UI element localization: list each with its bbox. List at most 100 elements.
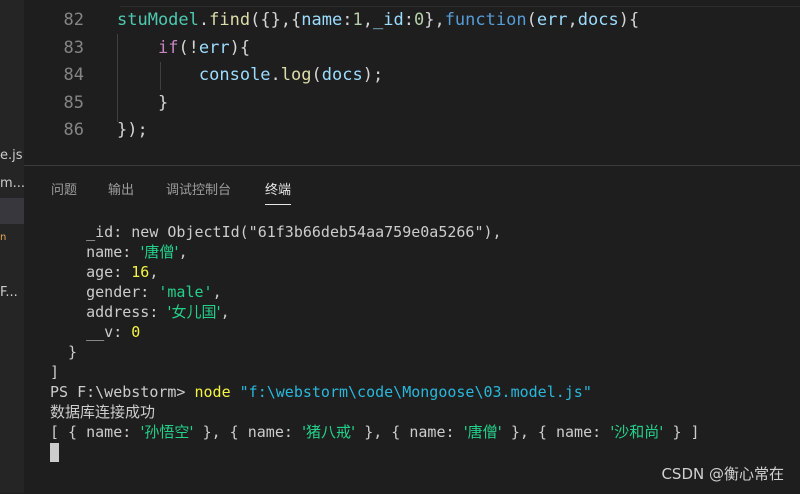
terminal-text: , [149, 263, 159, 281]
code-text: if(!err){ [117, 35, 250, 62]
code-line[interactable]: 82 stuModel.find({},{name:1,_id:0},functi… [24, 7, 800, 34]
line-number: 86 [63, 120, 84, 140]
terminal-line: 数据库连接成功 [50, 402, 800, 422]
terminal-text: [ { name: [50, 423, 141, 441]
terminal-line: age: 16, [50, 262, 800, 282]
line-number: 85 [63, 92, 84, 113]
terminal-text: ] [50, 363, 60, 381]
line-number: 84 [63, 65, 84, 85]
code-line[interactable]: 85 } [24, 90, 800, 117]
terminal-text: } [50, 343, 78, 361]
terminal-line: name: '唐僧', [50, 242, 800, 262]
terminal-line: address: '女儿国', [50, 302, 800, 322]
code-token: }, [424, 10, 445, 30]
tab-output[interactable]: 输出 [108, 179, 134, 204]
terminal-text: 数据库连接成功 [50, 403, 156, 421]
code-token: err [198, 37, 230, 58]
code-token: , [362, 10, 373, 30]
code-token: ){ [618, 10, 640, 30]
terminal-text: 16 [131, 263, 150, 281]
code-token: stuModel [117, 10, 199, 30]
terminal-text: _id: new ObjectId("61f3b66deb54aa759e0a5… [50, 223, 502, 241]
code-token: err [536, 10, 568, 30]
code-token: , [567, 10, 578, 30]
terminal-text: '孙悟空' [140, 423, 194, 441]
terminal-text: } ] [663, 423, 700, 441]
terminal-text: , [220, 303, 230, 321]
terminal-text: 0 [131, 323, 141, 341]
code-text: } [117, 90, 168, 117]
terminal-text: '沙和尚' [610, 423, 664, 441]
code-token: } [117, 92, 169, 113]
code-token: 1 [352, 10, 363, 30]
code-line[interactable]: 84 console.log(docs); [24, 62, 800, 89]
terminal-line: } [50, 342, 800, 362]
terminal-text: gender: [50, 283, 159, 301]
editor-divider [120, 0, 800, 7]
explorer-sidebar: e.js m... n F... [0, 0, 24, 493]
terminal-line: _id: new ObjectId("61f3b66deb54aa759e0a5… [50, 222, 800, 242]
panel-tabs: 问题 输出 调试控制台 终端 [24, 166, 800, 210]
code-token: ){ [229, 37, 251, 58]
terminal-text: }, { name: [501, 423, 611, 441]
line-number: 83 [63, 37, 84, 58]
sidebar-file-item[interactable]: F... [0, 285, 18, 300]
tab-terminal[interactable]: 终端 [265, 179, 292, 205]
terminal-line: __v: 0 [50, 322, 800, 342]
tab-problems[interactable]: 问题 [51, 179, 77, 204]
code-token: : [342, 10, 353, 30]
code-line[interactable]: 83 if(!err){ [24, 35, 800, 62]
terminal-text: , [178, 243, 188, 261]
sidebar-selected-row[interactable] [0, 198, 24, 224]
code-token: ); [362, 65, 384, 85]
code-token: log [280, 65, 312, 85]
tab-debug-console[interactable]: 调试控制台 [166, 179, 231, 204]
code-token: . [270, 65, 281, 85]
watermark: CSDN @衡心常在 [661, 465, 784, 483]
code-token: (! [178, 37, 199, 58]
code-text: console.log(docs); [117, 62, 383, 89]
terminal-text: '猪八戒' [301, 423, 356, 441]
terminal-text: age: [50, 263, 132, 281]
terminal-text: 'male' [158, 283, 213, 301]
code-token: console [198, 65, 271, 85]
terminal-text: __v: [50, 323, 132, 341]
code-token: }); [117, 120, 148, 140]
terminal-output[interactable]: _id: new ObjectId("61f3b66deb54aa759e0a5… [50, 222, 800, 462]
terminal-line: [ { name: '孙悟空' }, { name: '猪八戒' }, { na… [50, 422, 800, 442]
terminal-text: '女儿国' [167, 303, 221, 321]
terminal-text: }, { name: [193, 423, 302, 441]
code-editor[interactable]: 82 stuModel.find({},{name:1,_id:0},functi… [24, 0, 800, 165]
code-token: function [444, 10, 527, 30]
code-token: ( [311, 65, 322, 85]
code-token: ({},{ [250, 10, 302, 30]
code-token: _id [372, 10, 404, 30]
code-token: find [209, 10, 251, 30]
terminal-text: PS F:\webstorm> [50, 383, 195, 401]
terminal-text: node [194, 383, 231, 401]
sidebar-file-item[interactable]: m... [0, 176, 24, 191]
terminal-text: '唐僧' [463, 423, 502, 441]
code-token: . [198, 10, 210, 30]
sidebar-file-item[interactable]: e.js [0, 148, 23, 163]
code-line[interactable]: 86}); [24, 117, 800, 144]
file-type-icon: n [0, 232, 7, 243]
terminal-text: , [212, 283, 222, 301]
terminal-line: ] [50, 362, 800, 382]
code-text: }); [117, 117, 148, 144]
code-text: stuModel.find({},{name:1,_id:0},function… [117, 7, 639, 34]
terminal-text: "f:\webstorm\code\Mongoose\03.model.js" [239, 383, 592, 401]
terminal-text: }, { name: [355, 423, 464, 441]
bottom-panel: 问题 输出 调试控制台 终端 _id: new ObjectId("61f3b6… [24, 165, 800, 494]
terminal-text: address: [50, 303, 168, 321]
code-token: ( [526, 10, 537, 30]
code-token: if [157, 37, 179, 58]
terminal-line: PS F:\webstorm> node "f:\webstorm\code\M… [50, 382, 800, 402]
code-token: 0 [413, 10, 425, 30]
code-token: name [301, 10, 343, 30]
terminal-cursor [50, 443, 59, 462]
terminal-prompt-line[interactable] [50, 442, 800, 462]
